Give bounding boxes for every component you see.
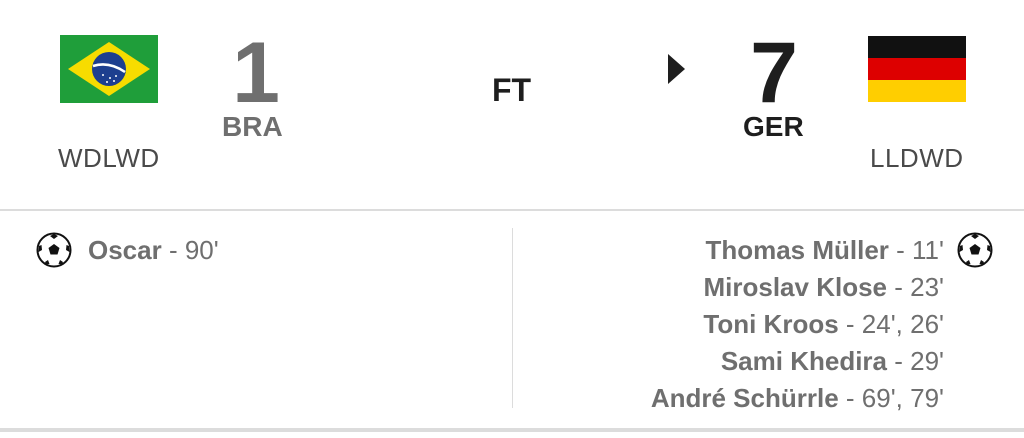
- away-goal-scorers: Thomas Müller - 11' Miroslav Klose - 23'…: [651, 232, 944, 417]
- bottom-divider: [0, 428, 1024, 432]
- soccer-ball-icon: [36, 232, 72, 268]
- scorer-row: André Schürrle - 69', 79': [651, 380, 944, 417]
- soccer-ball-icon: [957, 232, 993, 268]
- scorer-separator: -: [887, 346, 911, 376]
- away-team-abbr[interactable]: GER: [743, 113, 804, 141]
- scorer-row: Oscar - 90': [88, 232, 219, 269]
- scorer-row: Miroslav Klose - 23': [651, 269, 944, 306]
- scorer-row: Thomas Müller - 11': [651, 232, 944, 269]
- home-team-form: WDLWD: [58, 143, 160, 173]
- goal-minutes: 24', 26': [861, 309, 944, 339]
- scorer-name[interactable]: Thomas Müller: [705, 235, 888, 265]
- scorer-row: Sami Khedira - 29': [651, 343, 944, 380]
- scorer-name[interactable]: Miroslav Klose: [703, 272, 887, 302]
- home-score: 1: [232, 25, 280, 121]
- winner-arrow-icon: [668, 54, 685, 84]
- germany-flag-icon: [868, 36, 966, 102]
- home-team-abbr[interactable]: BRA: [222, 113, 283, 141]
- scorer-row: Toni Kroos - 24', 26': [651, 306, 944, 343]
- goal-minutes: 29': [910, 346, 944, 376]
- away-team-form: LLDWD: [870, 143, 964, 173]
- scoreboard: 1 BRA WDLWD FT 7 GER LLDWD: [0, 0, 1024, 210]
- scorer-separator: -: [887, 272, 911, 302]
- brazil-flag-icon: [60, 35, 158, 103]
- away-score: 7: [750, 25, 798, 121]
- scorer-name[interactable]: Toni Kroos: [703, 309, 838, 339]
- goal-minutes: 90': [184, 235, 219, 265]
- goal-minutes: 23': [910, 272, 944, 302]
- goal-minutes: 11': [912, 235, 944, 265]
- section-divider: [0, 209, 1024, 211]
- scorer-separator: -: [838, 309, 862, 339]
- scorer-separator: -: [888, 235, 913, 265]
- home-goal-scorers: Oscar - 90': [88, 232, 219, 269]
- goal-minutes: 69', 79': [861, 383, 944, 413]
- scorer-separator: -: [161, 235, 185, 265]
- scorer-name[interactable]: Oscar: [88, 235, 162, 265]
- scorer-name[interactable]: Sami Khedira: [721, 346, 887, 376]
- scorers-divider: [512, 228, 513, 408]
- scorer-separator: -: [838, 383, 862, 413]
- scorer-name[interactable]: André Schürrle: [651, 383, 839, 413]
- match-status: FT: [492, 72, 532, 108]
